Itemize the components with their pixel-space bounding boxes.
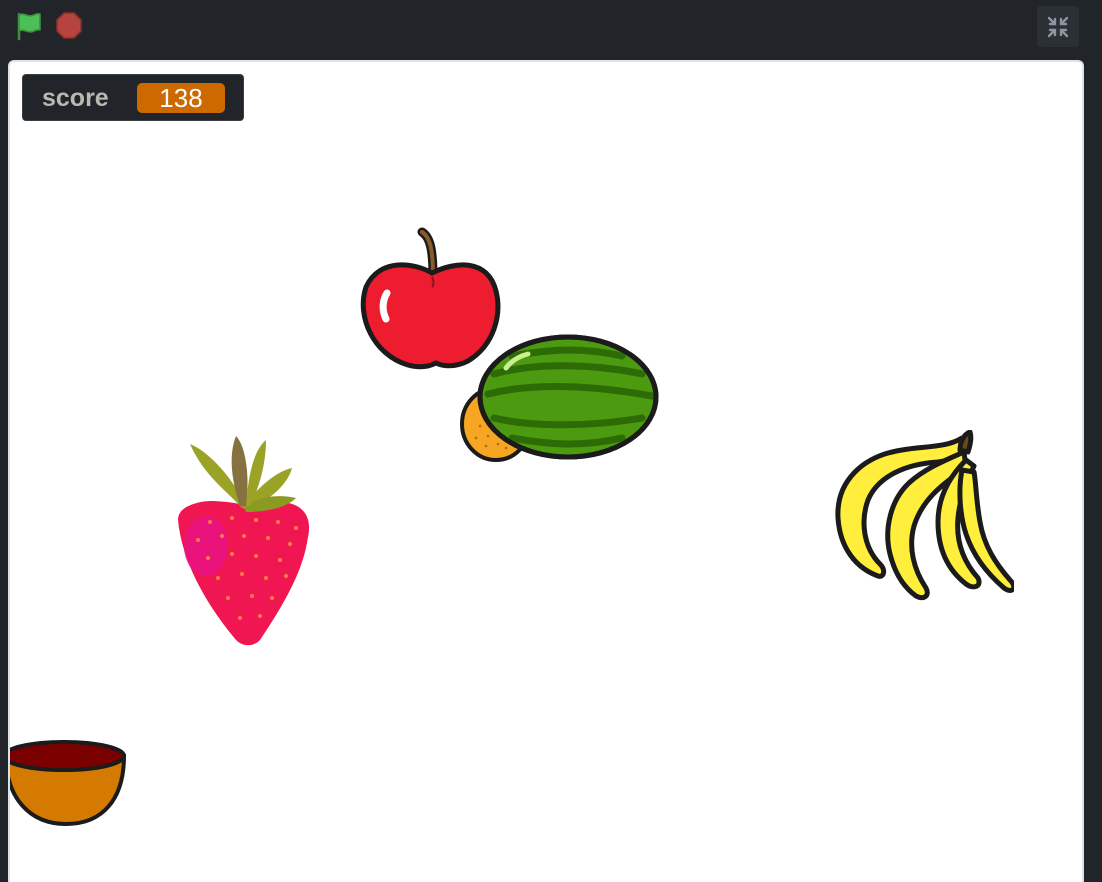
watermelon-sprite[interactable] [476,334,660,460]
exit-fullscreen-button[interactable] [1037,6,1079,47]
strawberry-sprite[interactable] [170,432,315,647]
green-flag-icon [17,12,41,41]
exit-fullscreen-icon [1047,16,1069,38]
bowl-sprite[interactable] [8,738,130,828]
score-value: 138 [137,83,225,113]
player-toolbar [0,0,1102,54]
score-label: score [42,84,109,112]
green-flag-button[interactable] [13,10,45,42]
stop-sign-icon [56,12,82,39]
bananas-sprite[interactable] [834,430,1014,605]
game-stage[interactable]: score 138 [8,60,1084,882]
stop-button[interactable] [53,10,85,42]
score-monitor: score 138 [22,74,244,121]
